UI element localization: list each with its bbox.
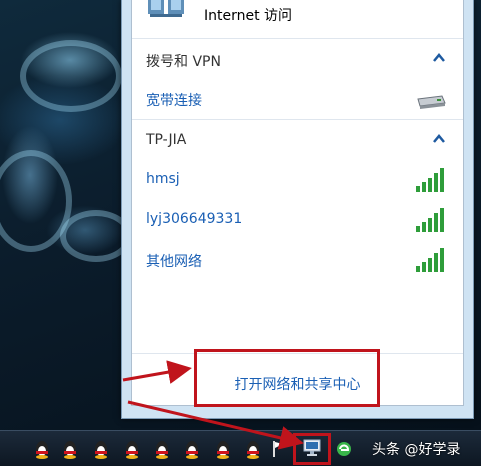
chevron-up-icon[interactable] (433, 134, 445, 144)
section-title: TP-JIA (146, 132, 187, 148)
flyout-content: Internet 访问 拨号和 VPN 宽带连接 TP-JIA hmsj lyj… (131, 0, 464, 406)
network-item-label: 宽带连接 (146, 93, 202, 109)
network-item-lyj[interactable]: lyj306649331 (132, 200, 463, 240)
section-tp-jia[interactable]: TP-JIA (132, 120, 463, 160)
section-dialup-vpn[interactable]: 拨号和 VPN (132, 39, 463, 79)
taskbar: 头条 @好学录 (0, 430, 481, 466)
network-item-broadband[interactable]: 宽带连接 (132, 79, 463, 119)
qq-penguin-icon[interactable] (33, 439, 51, 459)
qq-penguin-icon[interactable] (183, 439, 201, 459)
flag-icon[interactable] (272, 439, 284, 459)
qq-penguin-icon[interactable] (61, 439, 79, 459)
qq-penguin-icon[interactable] (214, 439, 232, 459)
network-item-label: hmsj (146, 171, 180, 187)
internet-access-row: Internet 访问 (132, 0, 463, 38)
network-computer-icon (148, 0, 184, 17)
signal-strength-icon (416, 168, 444, 192)
internet-access-label: Internet 访问 (204, 8, 293, 24)
qq-penguin-icon[interactable] (153, 439, 171, 459)
signal-strength-icon (416, 208, 444, 232)
section-title: 拨号和 VPN (146, 54, 221, 70)
broadband-modem-icon (417, 95, 446, 109)
signal-strength-icon (416, 248, 444, 272)
qq-penguin-icon[interactable] (92, 439, 110, 459)
network-item-label: lyj306649331 (146, 211, 243, 227)
network-item-hmsj[interactable]: hmsj (132, 160, 463, 200)
qq-penguin-icon[interactable] (123, 439, 141, 459)
watermark-text: 头条 @好学录 (372, 442, 461, 458)
browser-icon[interactable] (335, 439, 353, 459)
qq-penguin-icon[interactable] (244, 439, 262, 459)
wallpaper-swirl (20, 40, 122, 112)
network-item-label: 其他网络 (146, 254, 202, 270)
chevron-up-icon[interactable] (433, 53, 445, 63)
annotation-tray-box (293, 433, 331, 465)
annotation-highlight-box (194, 349, 380, 407)
network-item-other[interactable]: 其他网络 (132, 240, 463, 280)
